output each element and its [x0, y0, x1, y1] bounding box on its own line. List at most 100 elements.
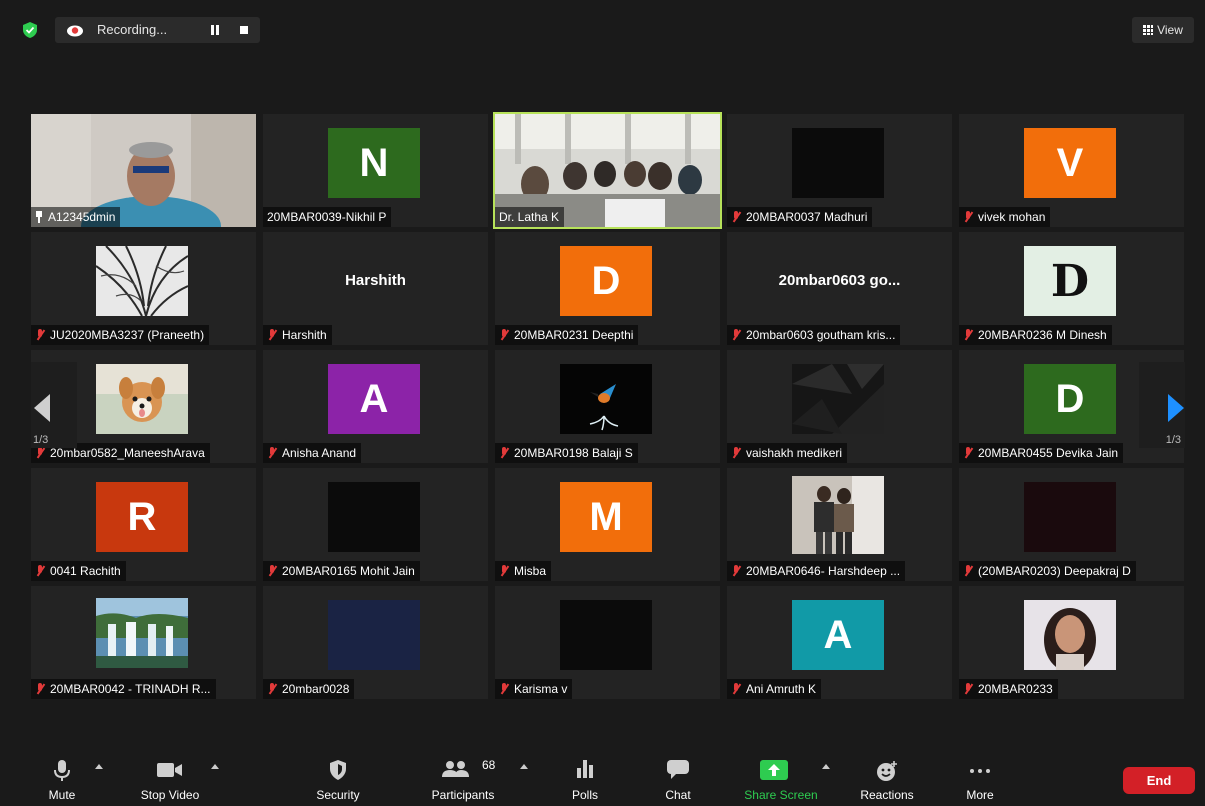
share-screen-label: Share Screen: [744, 788, 818, 802]
participant-tile[interactable]: D 20MBAR0231 Deepthi: [495, 232, 720, 345]
participant-tile[interactable]: 20MBAR0198 Balaji S: [495, 350, 720, 463]
participant-tile[interactable]: (20MBAR0203) Deepakraj D: [959, 468, 1184, 581]
pause-recording-icon[interactable]: [210, 25, 220, 35]
participant-name: (20MBAR0203) Deepakraj D: [978, 564, 1131, 578]
view-button[interactable]: View: [1132, 17, 1194, 43]
stop-video-button[interactable]: Stop Video: [130, 750, 210, 806]
polls-button[interactable]: Polls: [565, 750, 605, 806]
participant-tile[interactable]: R 0041 Rachith: [31, 468, 256, 581]
participant-name: 0041 Rachith: [50, 564, 121, 578]
more-label: More: [966, 788, 994, 802]
participant-label: 20MBAR0198 Balaji S: [495, 443, 638, 463]
participant-name: JU2020MBA3237 (Praneeth): [50, 328, 205, 342]
participant-name: A12345dmin: [48, 210, 116, 224]
participant-tile[interactable]: 20mbar0603 go... 20mbar0603 goutham kris…: [727, 232, 952, 345]
participant-name: Dr. Latha K: [499, 210, 560, 224]
video-options-caret-icon[interactable]: [211, 764, 219, 769]
participant-display-name: Harshith: [345, 272, 406, 289]
mic-muted-icon: [267, 565, 277, 577]
participant-name: Harshith: [282, 328, 327, 342]
mic-muted-icon: [731, 211, 741, 223]
participant-tile[interactable]: JU2020MBA3237 (Praneeth): [31, 232, 256, 345]
chevron-left-icon: [34, 394, 50, 422]
stop-recording-icon[interactable]: [240, 26, 248, 34]
participant-label: 20MBAR0236 M Dinesh: [959, 325, 1112, 345]
participant-display-name: 20mbar0603 go...: [778, 272, 901, 289]
participant-tile[interactable]: A Ani Amruth K: [727, 586, 952, 699]
participant-video-off: [792, 128, 884, 198]
share-screen-button[interactable]: Share Screen: [738, 750, 824, 806]
mic-muted-icon: [963, 447, 973, 459]
participant-name: 20MBAR0455 Devika Jain: [978, 446, 1119, 460]
participant-tile[interactable]: 20mbar0028: [263, 586, 488, 699]
participant-label: Misba: [495, 561, 552, 581]
video-camera-icon: [157, 763, 182, 777]
security-button[interactable]: Security: [308, 750, 368, 806]
next-page-button[interactable]: 1/3: [1139, 362, 1185, 448]
participant-tile[interactable]: 20MBAR0233: [959, 586, 1184, 699]
participant-tile-active-speaker[interactable]: Dr. Latha K: [493, 112, 722, 229]
mic-muted-icon: [267, 683, 277, 695]
page-indicator: 1/3: [33, 434, 49, 446]
mic-muted-icon: [499, 683, 509, 695]
participant-name: 20MBAR0039-Nikhil P: [267, 210, 387, 224]
participant-name: 20MBAR0231 Deepthi: [514, 328, 634, 342]
participant-picture-bird: [560, 364, 652, 434]
mic-muted-icon: [731, 565, 741, 577]
participant-picture-tree: [96, 246, 188, 316]
participant-label: 20mbar0028: [263, 679, 355, 699]
end-meeting-button[interactable]: End: [1123, 767, 1195, 794]
participant-name: 20MBAR0037 Madhuri: [746, 210, 868, 224]
participant-name: 20MBAR0198 Balaji S: [514, 446, 633, 460]
participant-label: Ani Amruth K: [727, 679, 822, 699]
participant-tile[interactable]: A Anisha Anand: [263, 350, 488, 463]
participant-tile[interactable]: vaishakh medikeri: [727, 350, 952, 463]
participant-name: 20mbar0028: [282, 682, 350, 696]
chevron-right-icon: [1168, 394, 1184, 422]
page-indicator: 1/3: [1165, 434, 1181, 446]
view-label: View: [1157, 23, 1183, 37]
participant-tile[interactable]: 20MBAR0165 Mohit Jain: [263, 468, 488, 581]
reactions-button[interactable]: Reactions: [852, 750, 922, 806]
participant-tile[interactable]: 20MBAR0646- Harshdeep ...: [727, 468, 952, 581]
participant-name: vivek mohan: [978, 210, 1046, 224]
participants-count: 68: [482, 758, 496, 772]
mic-muted-icon: [963, 565, 973, 577]
participant-video-off: [328, 600, 420, 670]
participants-button[interactable]: 68 Participants: [420, 750, 506, 806]
participant-name: 20mbar0603 goutham kris...: [746, 328, 896, 342]
participant-tile[interactable]: D 20MBAR0236 M Dinesh: [959, 232, 1184, 345]
participant-tile[interactable]: A12345dmin: [31, 114, 256, 227]
participant-tile[interactable]: N 20MBAR0039-Nikhil P: [263, 114, 488, 227]
participants-options-caret-icon[interactable]: [520, 764, 528, 769]
participant-label: 20MBAR0455 Devika Jain: [959, 443, 1124, 463]
participant-tile[interactable]: V vivek mohan: [959, 114, 1184, 227]
chat-button[interactable]: Chat: [658, 750, 698, 806]
shield-icon: [330, 760, 346, 780]
participant-name: 20MBAR0165 Mohit Jain: [282, 564, 415, 578]
share-options-caret-icon[interactable]: [822, 764, 830, 769]
audio-options-caret-icon[interactable]: [95, 764, 103, 769]
more-button[interactable]: More: [960, 750, 1000, 806]
participant-tile[interactable]: 20MBAR0037 Madhuri: [727, 114, 952, 227]
stop-video-label: Stop Video: [140, 788, 200, 802]
mute-button[interactable]: Mute: [42, 750, 82, 806]
participant-tile[interactable]: 20MBAR0042 - TRINADH R...: [31, 586, 256, 699]
participant-tile[interactable]: M Misba: [495, 468, 720, 581]
participant-label: Karisma v: [495, 679, 573, 699]
mute-label: Mute: [48, 788, 76, 802]
participant-label: Dr. Latha K: [495, 207, 565, 227]
more-ellipsis-icon: [970, 769, 990, 773]
security-shield-icon[interactable]: [22, 22, 38, 38]
share-screen-icon: [760, 760, 788, 780]
participant-label: 20mbar0603 goutham kris...: [727, 325, 901, 345]
participant-tile[interactable]: Karisma v: [495, 586, 720, 699]
participant-picture-people: [792, 476, 884, 554]
participant-avatar: A: [328, 364, 420, 434]
participant-tile[interactable]: Harshith Harshith: [263, 232, 488, 345]
previous-page-button[interactable]: 1/3: [31, 362, 77, 448]
participant-avatar: N: [328, 128, 420, 198]
mic-muted-icon: [267, 447, 277, 459]
participant-label: vaishakh medikeri: [727, 443, 848, 463]
participants-label: Participants: [431, 788, 495, 802]
